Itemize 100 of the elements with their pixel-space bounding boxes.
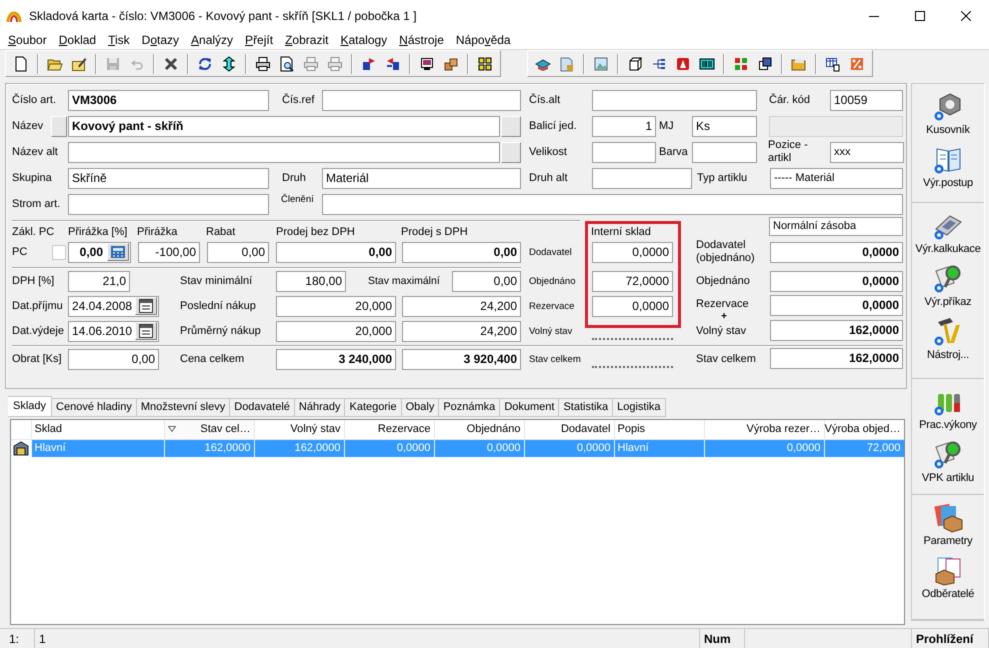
text-field[interactable]: 0,0000 bbox=[770, 270, 903, 292]
checkbox[interactable] bbox=[52, 244, 66, 260]
text-field[interactable]: 24.04.2008 bbox=[68, 296, 159, 317]
column-header[interactable]: Objednáno bbox=[434, 420, 524, 440]
sidebar-button[interactable]: Výr.postup bbox=[911, 140, 985, 191]
text-field[interactable] bbox=[592, 90, 757, 111]
text-field[interactable]: 20,000 bbox=[276, 296, 396, 317]
image-icon bbox=[593, 56, 609, 72]
table-cell: 162,0000 bbox=[254, 439, 344, 457]
text-field[interactable]: -100,00 bbox=[138, 242, 200, 263]
close-icon bbox=[961, 11, 971, 21]
tab[interactable]: Cenové hladiny bbox=[52, 398, 137, 417]
tab[interactable]: Náhrady bbox=[294, 398, 346, 417]
column-header[interactable]: Volný stav bbox=[254, 420, 344, 440]
sidebar-button[interactable]: Parametry bbox=[911, 499, 985, 550]
text-field[interactable]: 0,00 bbox=[276, 242, 396, 263]
menu-item[interactable]: Doklad bbox=[52, 33, 102, 48]
text-field[interactable]: 21,0 bbox=[68, 270, 130, 292]
menu-item[interactable]: Dotazy bbox=[136, 33, 186, 48]
sidebar-button[interactable]: Odběratelé bbox=[911, 552, 985, 602]
text-field[interactable]: ----- Materiál bbox=[770, 168, 903, 189]
text-field[interactable]: 162,0000 bbox=[770, 320, 903, 341]
text-field[interactable] bbox=[692, 142, 757, 163]
text-field[interactable]: Normální zásoba bbox=[769, 216, 903, 236]
grid-icon bbox=[477, 56, 493, 72]
text-field[interactable]: Kovový pant - skříň bbox=[68, 116, 500, 137]
field-button[interactable] bbox=[51, 116, 67, 137]
text-field[interactable]: 1 bbox=[592, 116, 656, 137]
text-field[interactable]: 0,00 bbox=[207, 242, 269, 263]
field-label: Zákl. PC bbox=[12, 225, 56, 240]
menu-item[interactable]: Nástroje bbox=[393, 33, 450, 48]
calendar-button[interactable] bbox=[135, 297, 157, 316]
column-header[interactable]: Sklad bbox=[31, 420, 164, 440]
text-field[interactable]: 162,0000 bbox=[770, 348, 903, 369]
tab[interactable]: Sklady bbox=[8, 396, 52, 417]
text-field[interactable] bbox=[592, 142, 656, 163]
text-field[interactable]: Skříně bbox=[68, 168, 269, 189]
text-field[interactable]: 0,00 bbox=[452, 270, 521, 292]
text-field[interactable]: 20,000 bbox=[276, 320, 396, 342]
text-field[interactable]: Materiál bbox=[322, 168, 521, 189]
column-header[interactable]: Stav cel… bbox=[164, 420, 254, 440]
column-header[interactable]: Popis bbox=[614, 420, 704, 440]
text-field[interactable]: 0,00 bbox=[402, 242, 521, 263]
sidebar-button[interactable]: Kusovník bbox=[911, 88, 985, 138]
text-field[interactable]: 10059 bbox=[830, 90, 903, 111]
sidebar-button[interactable]: Výr.kalkukace bbox=[911, 207, 985, 258]
field-label: Strom art. bbox=[12, 197, 62, 212]
grid-icon bbox=[733, 56, 749, 72]
tab[interactable]: Dodavatelé bbox=[230, 398, 295, 417]
cube-icon bbox=[627, 56, 643, 72]
sidebar-button[interactable]: VPK artiklu bbox=[911, 436, 985, 486]
tab[interactable]: Poznámka bbox=[439, 398, 500, 417]
column-header[interactable]: Výroba objed… bbox=[824, 420, 904, 440]
text-field[interactable] bbox=[322, 90, 521, 111]
menu-item[interactable]: Nápověda bbox=[450, 33, 517, 48]
text-field[interactable]: 0,0000 bbox=[770, 242, 903, 263]
tab[interactable]: Obaly bbox=[402, 398, 440, 417]
text-field[interactable]: 0,00 bbox=[68, 348, 159, 370]
text-field[interactable]: 0,00 bbox=[68, 242, 131, 263]
sidebar-button[interactable]: Výr.příkaz bbox=[911, 260, 985, 310]
sidebar-button[interactable]: Nástroj... bbox=[911, 313, 985, 364]
calendar-button[interactable] bbox=[135, 322, 157, 340]
column-header[interactable]: Dodavatel bbox=[524, 420, 614, 440]
text-field[interactable]: 0,0000 bbox=[592, 296, 673, 317]
text-field[interactable]: 3 240,000 bbox=[276, 348, 396, 370]
menu-item[interactable]: Tisk bbox=[102, 33, 136, 48]
column-header[interactable]: Rezervace bbox=[344, 420, 434, 440]
text-field[interactable]: 0,0000 bbox=[592, 242, 673, 263]
tab[interactable]: Dokument bbox=[500, 398, 560, 417]
menu-item[interactable]: Katalogy bbox=[334, 33, 394, 48]
text-field[interactable]: 24,200 bbox=[402, 320, 521, 342]
menu-item[interactable]: Zobrazit bbox=[279, 33, 334, 48]
text-field[interactable]: xxx bbox=[830, 142, 904, 163]
status-text: 1: bbox=[5, 629, 35, 648]
menu-item[interactable]: Soubor bbox=[2, 33, 53, 48]
text-field[interactable]: VM3006 bbox=[68, 90, 269, 111]
text-field[interactable]: 14.06.2010 bbox=[68, 320, 159, 342]
menu-item[interactable]: Analýzy bbox=[185, 33, 240, 48]
text-field[interactable]: 72,0000 bbox=[592, 270, 673, 292]
text-field[interactable] bbox=[322, 194, 903, 215]
menu-item[interactable]: Přejít bbox=[239, 33, 280, 48]
edit-icon bbox=[71, 56, 87, 72]
text-field[interactable]: 0,0000 bbox=[770, 294, 903, 316]
tab[interactable]: Kategorie bbox=[345, 398, 402, 417]
text-field[interactable]: 24,200 bbox=[402, 296, 521, 317]
column-header[interactable]: Výroba rezer… bbox=[704, 420, 824, 440]
tab[interactable]: Logistika bbox=[613, 398, 666, 417]
field-button[interactable] bbox=[501, 142, 521, 163]
field-button[interactable] bbox=[501, 116, 521, 137]
text-field[interactable] bbox=[592, 168, 692, 189]
calculator-button[interactable] bbox=[107, 243, 129, 262]
text-field[interactable] bbox=[68, 194, 269, 215]
field-label: Rabat bbox=[206, 225, 236, 240]
tab[interactable]: Statistika bbox=[559, 398, 614, 417]
text-field[interactable] bbox=[68, 142, 500, 163]
text-field[interactable]: 180,00 bbox=[276, 270, 346, 292]
text-field[interactable]: 3 920,400 bbox=[402, 348, 521, 370]
text-field[interactable]: Ks bbox=[692, 116, 757, 137]
sidebar-button[interactable]: Prac.výkony bbox=[911, 382, 985, 433]
tab[interactable]: Množstevní slevy bbox=[136, 398, 230, 417]
